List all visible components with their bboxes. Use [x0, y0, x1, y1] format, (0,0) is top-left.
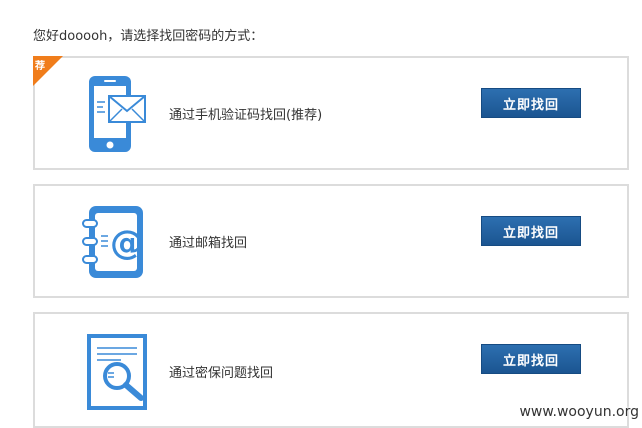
recommended-badge-text: 荐	[35, 61, 45, 72]
email-address-book-icon: @	[82, 206, 144, 278]
phone-message-icon	[89, 76, 146, 152]
svg-text:@: @	[110, 223, 144, 263]
document-search-icon	[87, 334, 147, 410]
recover-by-phone-button[interactable]: 立即找回	[481, 88, 581, 118]
method-label-phone: 通过手机验证码找回(推荐)	[169, 107, 323, 123]
recover-by-email-button[interactable]: 立即找回	[481, 216, 581, 246]
recover-by-security-question-button[interactable]: 立即找回	[481, 344, 581, 374]
method-card-phone: 荐 通过手机验证码找回(推荐) 立即找回	[33, 56, 629, 170]
method-card-email: @ 通过邮箱找回 立即找回	[33, 184, 629, 298]
method-label-security-question: 通过密保问题找回	[169, 365, 274, 381]
method-label-email: 通过邮箱找回	[169, 235, 248, 251]
page-greeting: 您好dooooh，请选择找回密码的方式：	[33, 29, 264, 44]
watermark-text: www.wooyun.org	[519, 404, 639, 420]
